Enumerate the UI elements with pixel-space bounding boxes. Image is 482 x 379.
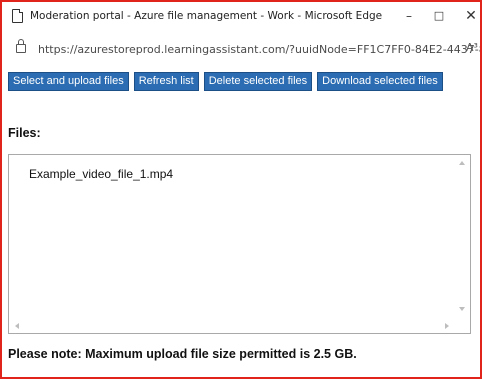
close-button[interactable]: ✕	[460, 7, 480, 25]
horizontal-scrollbar[interactable]	[9, 319, 456, 333]
scrollbar-corner	[456, 319, 470, 333]
read-aloud-icon[interactable]: A³	[466, 41, 478, 54]
window-title: Moderation portal - Azure file managemen…	[30, 10, 383, 22]
select-upload-button[interactable]: Select and upload files	[8, 72, 129, 91]
maximize-button[interactable]: □	[428, 7, 450, 25]
page-icon	[12, 9, 23, 23]
files-heading: Files:	[8, 126, 41, 140]
minimize-button[interactable]: –	[398, 7, 420, 25]
scroll-down-icon[interactable]	[459, 307, 465, 311]
title-bar: Moderation portal - Azure file managemen…	[2, 2, 480, 30]
browser-window: Moderation portal - Azure file managemen…	[0, 0, 482, 379]
file-list[interactable]: Example_video_file_1.mp4	[8, 154, 471, 334]
refresh-list-button[interactable]: Refresh list	[133, 72, 199, 91]
address-bar[interactable]: https://azurestoreprod.learningassistant…	[2, 30, 480, 64]
scroll-left-icon[interactable]	[15, 323, 19, 329]
list-item[interactable]: Example_video_file_1.mp4	[29, 167, 173, 181]
scroll-up-icon[interactable]	[459, 161, 465, 165]
scroll-right-icon[interactable]	[445, 323, 449, 329]
url-text[interactable]: https://azurestoreprod.learningassistant…	[38, 43, 480, 56]
upload-size-note: Please note: Maximum upload file size pe…	[8, 347, 357, 361]
delete-files-button[interactable]: Delete selected files	[203, 72, 313, 91]
download-files-button[interactable]: Download selected files	[317, 72, 443, 91]
file-toolbar: Select and upload files Refresh list Del…	[8, 72, 443, 91]
vertical-scrollbar[interactable]	[456, 155, 470, 319]
lock-icon[interactable]	[16, 39, 26, 53]
